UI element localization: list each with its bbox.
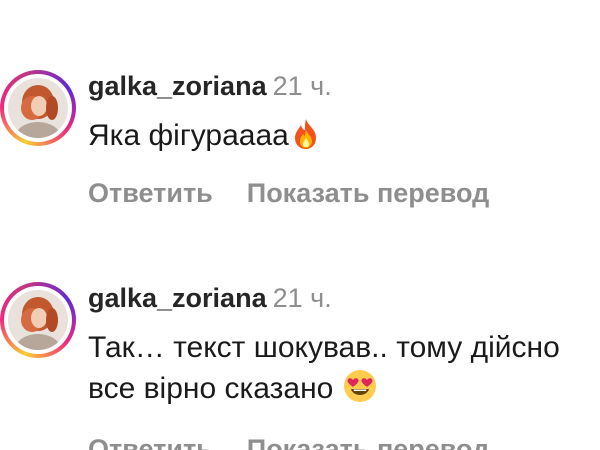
- comment-meta: galka_zoriana 21 ч.: [88, 68, 593, 104]
- comment-body: galka_zoriana 21 ч. Яка фігураааа Ответит…: [88, 68, 593, 209]
- username[interactable]: galka_zoriana: [88, 283, 267, 313]
- comment-text: Так… текст шокував.. тому дійсно все вір…: [88, 328, 593, 415]
- comment-text-content: Яка фігураааа: [88, 119, 289, 152]
- avatar[interactable]: [8, 290, 68, 350]
- avatar-image: [8, 290, 68, 350]
- comment-actions: Ответить Показать перевод: [88, 178, 593, 209]
- username[interactable]: galka_zoriana: [88, 71, 267, 101]
- avatar-image: [8, 78, 68, 138]
- timestamp: 21 ч.: [272, 283, 332, 313]
- reply-button[interactable]: Ответить: [88, 178, 213, 209]
- reply-button[interactable]: Ответить: [88, 434, 213, 450]
- show-translation-button[interactable]: Показать перевод: [247, 178, 490, 209]
- timestamp: 21 ч.: [272, 71, 332, 101]
- comment-body: galka_zoriana 21 ч. Так… текст шокував.. …: [88, 280, 593, 415]
- show-translation-button[interactable]: Показать перевод: [247, 434, 490, 450]
- comment-actions-cutoff: Ответить Показать перевод: [88, 434, 489, 450]
- comment-meta: galka_zoriana 21 ч.: [88, 280, 593, 316]
- comments-screen: galka_zoriana 21 ч. Яка фігураааа Ответит…: [0, 0, 600, 450]
- heart-eyes-emoji-icon: [342, 368, 378, 415]
- comment-text-content: Так… текст шокував.. тому дійсно все вір…: [88, 331, 560, 405]
- avatar[interactable]: [8, 78, 68, 138]
- fire-icon: [289, 117, 323, 162]
- comment-text: Яка фігураааа: [88, 116, 593, 162]
